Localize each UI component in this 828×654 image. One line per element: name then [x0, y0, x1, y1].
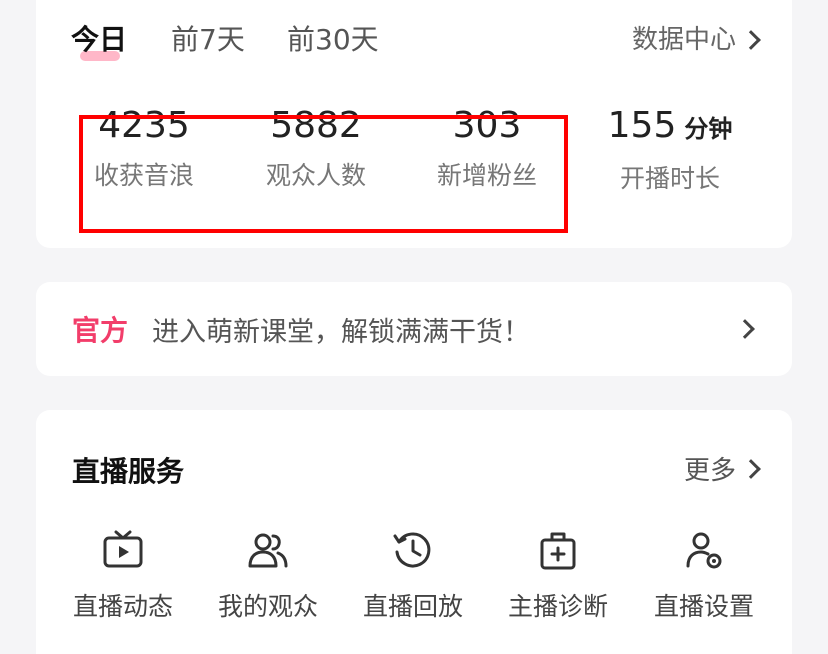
tv-play-icon — [103, 530, 143, 568]
stat-value: 155 — [607, 105, 677, 146]
data-center-label: 数据中心 — [631, 25, 736, 55]
stat-stream-duration[interactable]: 155 分钟 开播时长 — [585, 102, 755, 199]
banner-text: 进入萌新课堂，解锁满满干货！ — [152, 316, 531, 348]
service-label: 直播回放 — [362, 592, 463, 621]
tab-30-days[interactable]: 前30天 — [287, 20, 379, 60]
history-clock-icon — [393, 532, 431, 568]
service-live-updates[interactable]: 直播动态 — [48, 528, 198, 624]
medical-kit-icon — [540, 532, 576, 570]
stat-label: 开播时长 — [619, 164, 720, 193]
live-services-card: 直播服务 更多 直播动态 我的观众 直播回放 主播诊断 直播设置 — [36, 410, 792, 654]
service-label: 主播诊断 — [507, 592, 608, 621]
stat-value-row: 155 分钟 — [585, 102, 755, 153]
more-label: 更多 — [683, 456, 736, 486]
service-label: 我的观众 — [217, 592, 318, 621]
highlight-annotation-box — [79, 115, 568, 233]
service-live-settings[interactable]: 直播设置 — [629, 528, 779, 624]
service-label: 直播动态 — [72, 592, 173, 621]
users-icon — [248, 533, 288, 568]
service-label: 直播设置 — [653, 592, 754, 621]
section-title: 直播服务 — [72, 455, 185, 488]
data-center-link[interactable]: 数据中心 — [631, 20, 761, 60]
chevron-right-icon — [741, 30, 761, 50]
chevron-right-icon — [741, 458, 761, 479]
chevron-right-icon — [735, 319, 755, 339]
tab-7-days[interactable]: 前7天 — [171, 20, 245, 60]
stat-unit: 分钟 — [684, 115, 733, 143]
service-live-replay[interactable]: 直播回放 — [338, 528, 488, 624]
more-link[interactable]: 更多 — [683, 450, 761, 487]
service-streamer-diagnosis[interactable]: 主播诊断 — [483, 528, 633, 624]
official-tag: 官方 — [72, 314, 129, 347]
newbie-class-banner[interactable]: 官方 进入萌新课堂，解锁满满干货！ — [36, 282, 792, 376]
user-settings-icon — [686, 532, 722, 569]
service-my-audience[interactable]: 我的观众 — [193, 528, 343, 624]
tab-today[interactable]: 今日 — [71, 20, 127, 60]
